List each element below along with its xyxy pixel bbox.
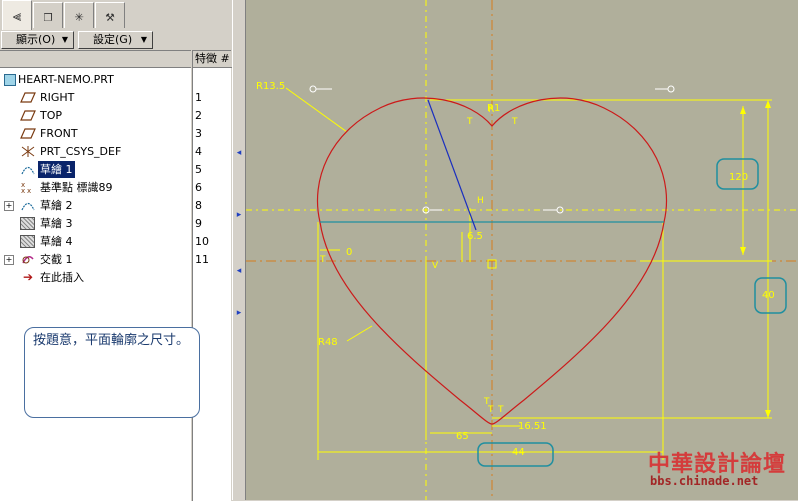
svg-text:T: T [319,255,326,265]
display-menu-button[interactable]: 顯示(O) ▼ [1,31,74,49]
tree-root-label: HEART-NEMO.PRT [18,73,114,86]
tree-item-label: 草繪 4 [40,235,73,248]
tree-item-label: RIGHT [40,91,75,104]
dim-16-51: 16.51 [518,421,547,432]
collapse-left-icon[interactable]: ◂ [235,148,243,158]
svg-text:H: H [477,196,484,206]
folder-layers-icon: ❐ [43,6,53,25]
annotation-note: 按題意，平面輪廓之尺寸。 [24,327,200,418]
display-menu-label: 顯示(O) [16,33,56,46]
sketch-label-r1: R1 [487,103,500,114]
tree-header [0,51,191,68]
tree-item-label: 草繪 1 [38,161,75,178]
model-tree-icon: ⫷ [12,6,22,25]
dim-marker [309,85,317,93]
datum-point-icon: xxx [20,181,36,195]
tree-item-label: PRT_CSYS_DEF [40,145,122,158]
dim-r48: R48 [318,337,338,348]
watermark-url: bbs.chinade.net [650,474,759,488]
svg-text:T: T [466,117,473,127]
tree-item-label: 基準點 標識89 [40,181,113,194]
folder-browser-tab[interactable]: ❐ [33,2,63,28]
tree-item-label: 草繪 3 [40,217,73,230]
dimension-arrows [740,100,771,418]
feature-number: 10 [195,235,209,248]
expand-toggle-icon[interactable]: + [4,201,14,211]
feature-number: 6 [195,181,202,194]
model-tree: HEART-NEMO.PRT RIGHT TOP FRONT PRT_CSYS_… [0,50,191,501]
navigator-tabs: ⫷ ❐ ✳ ⚒ [0,0,232,31]
svg-text:T: T [483,397,490,407]
tree-toolbar: 顯示(O) ▼ 設定(G) ▼ [0,30,232,50]
settings-menu-label: 設定(G) [93,33,133,46]
expand-toggle-icon[interactable]: + [4,255,14,265]
sketch-view[interactable]: TT R TV TT T H R13.5 120 40 R48 6.5 65 1… [246,0,798,500]
favorites-folder-icon: ✳ [74,6,84,25]
feature-number: 9 [195,217,202,230]
chevron-down-icon: ▼ [61,35,68,44]
feature-number: 8 [195,199,202,212]
svg-text:T: T [497,405,504,415]
dim-65: 65 [456,431,469,442]
settings-menu-button[interactable]: 設定(G) ▼ [78,31,153,49]
panel-splitter[interactable]: ◂ ▸ ◂ ▸ [232,0,246,500]
left-panel: ⫷ ❐ ✳ ⚒ 顯示(O) ▼ 設定(G) ▼ HEART-NEMO.PRT R… [0,0,233,501]
dim-left-label: 0 [346,247,352,258]
tools-folder-icon: ⚒ [105,6,115,25]
feature-header: 特徵 # [193,51,233,68]
svg-text:x: x [21,187,25,194]
watermark: 中華設計論壇 bbs.chinade.net [648,446,796,496]
collapse-left-icon[interactable]: ◂ [235,266,243,276]
chevron-down-icon: ▼ [140,35,147,44]
feature-number: 5 [195,163,202,176]
tree-item-label: 草繪 2 [40,199,73,212]
feature-number-column: 特徵 # 1 2 3 4 5 6 8 9 10 11 [192,50,233,501]
sketch-icon [20,199,36,212]
svg-text:x: x [27,187,31,194]
part-icon [4,74,16,86]
insert-here-arrow-icon: ➔ [22,270,34,284]
svg-text:T: T [511,117,518,127]
sketch-icon [20,163,36,176]
favorites-tab[interactable]: ✳ [64,2,94,28]
tree-item-label: FRONT [40,127,78,140]
tree-item-label: 在此插入 [40,271,84,284]
tools-tab[interactable]: ⚒ [95,2,125,28]
dim-marker [667,85,675,93]
graphics-canvas[interactable]: TT R TV TT T H R13.5 120 40 R48 6.5 65 1… [246,0,798,500]
tree-item-label: 交截 1 [40,253,73,266]
datum-plane-icon [20,127,36,140]
tree-item-label: TOP [40,109,63,122]
coordinate-system-icon [20,145,36,158]
sketch-hatched-icon [20,217,35,230]
feature-number: 1 [195,91,202,104]
dim-44: 44 [512,447,525,458]
sketch-hatched-icon [20,235,35,248]
collapse-right-icon[interactable]: ▸ [235,308,243,318]
dim-6-5: 6.5 [467,231,483,242]
dim-r13: R13.5 [256,81,285,92]
svg-text:V: V [432,261,439,271]
feature-number: 11 [195,253,209,266]
feature-number: 2 [195,109,202,122]
datum-plane-icon [20,91,36,104]
dim-40: 40 [762,290,775,301]
model-tree-tab[interactable]: ⫷ [2,0,32,30]
feature-number: 4 [195,145,202,158]
dimension-lines [285,87,772,460]
intersect-icon [20,253,36,266]
collapse-right-icon[interactable]: ▸ [235,210,243,220]
datum-plane-icon [20,109,36,122]
feature-number: 3 [195,127,202,140]
dim-120: 120 [729,172,748,183]
